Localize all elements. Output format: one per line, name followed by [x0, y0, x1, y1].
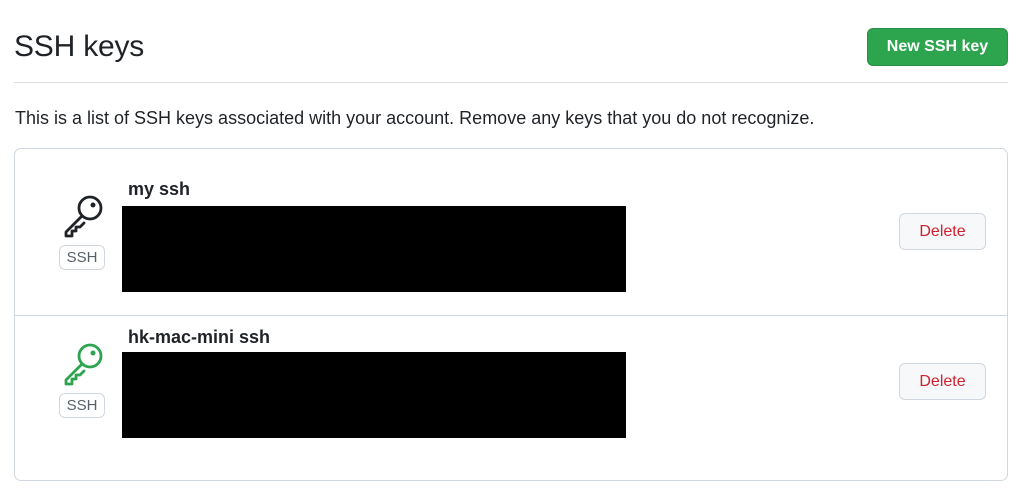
key-icon: [64, 343, 103, 386]
new-ssh-key-button[interactable]: New SSH key: [867, 28, 1008, 66]
redacted-key-details: [122, 352, 626, 438]
key-title: hk-mac-mini ssh: [128, 327, 271, 347]
redacted-key-details: [122, 206, 626, 292]
ssh-badge: SSH: [59, 393, 105, 418]
delete-key-button[interactable]: Delete: [899, 213, 986, 250]
page-description: This is a list of SSH keys associated wi…: [15, 108, 815, 128]
ssh-key-item: SSH my ssh Delete: [15, 149, 1007, 316]
ssh-badge: SSH: [59, 245, 105, 270]
ssh-keys-page: SSH keys New SSH key This is a list of S…: [0, 0, 1024, 495]
ssh-key-item: SSH hk-mac-mini ssh Delete: [15, 315, 1007, 480]
ssh-key-list: SSH my ssh Delete SSH hk-mac-mini ssh De…: [14, 148, 1008, 481]
delete-key-button[interactable]: Delete: [899, 363, 986, 400]
page-title: SSH keys: [14, 30, 145, 63]
key-icon: [64, 195, 103, 238]
page-header: SSH keys New SSH key: [14, 28, 1008, 83]
key-title: my ssh: [128, 179, 191, 199]
